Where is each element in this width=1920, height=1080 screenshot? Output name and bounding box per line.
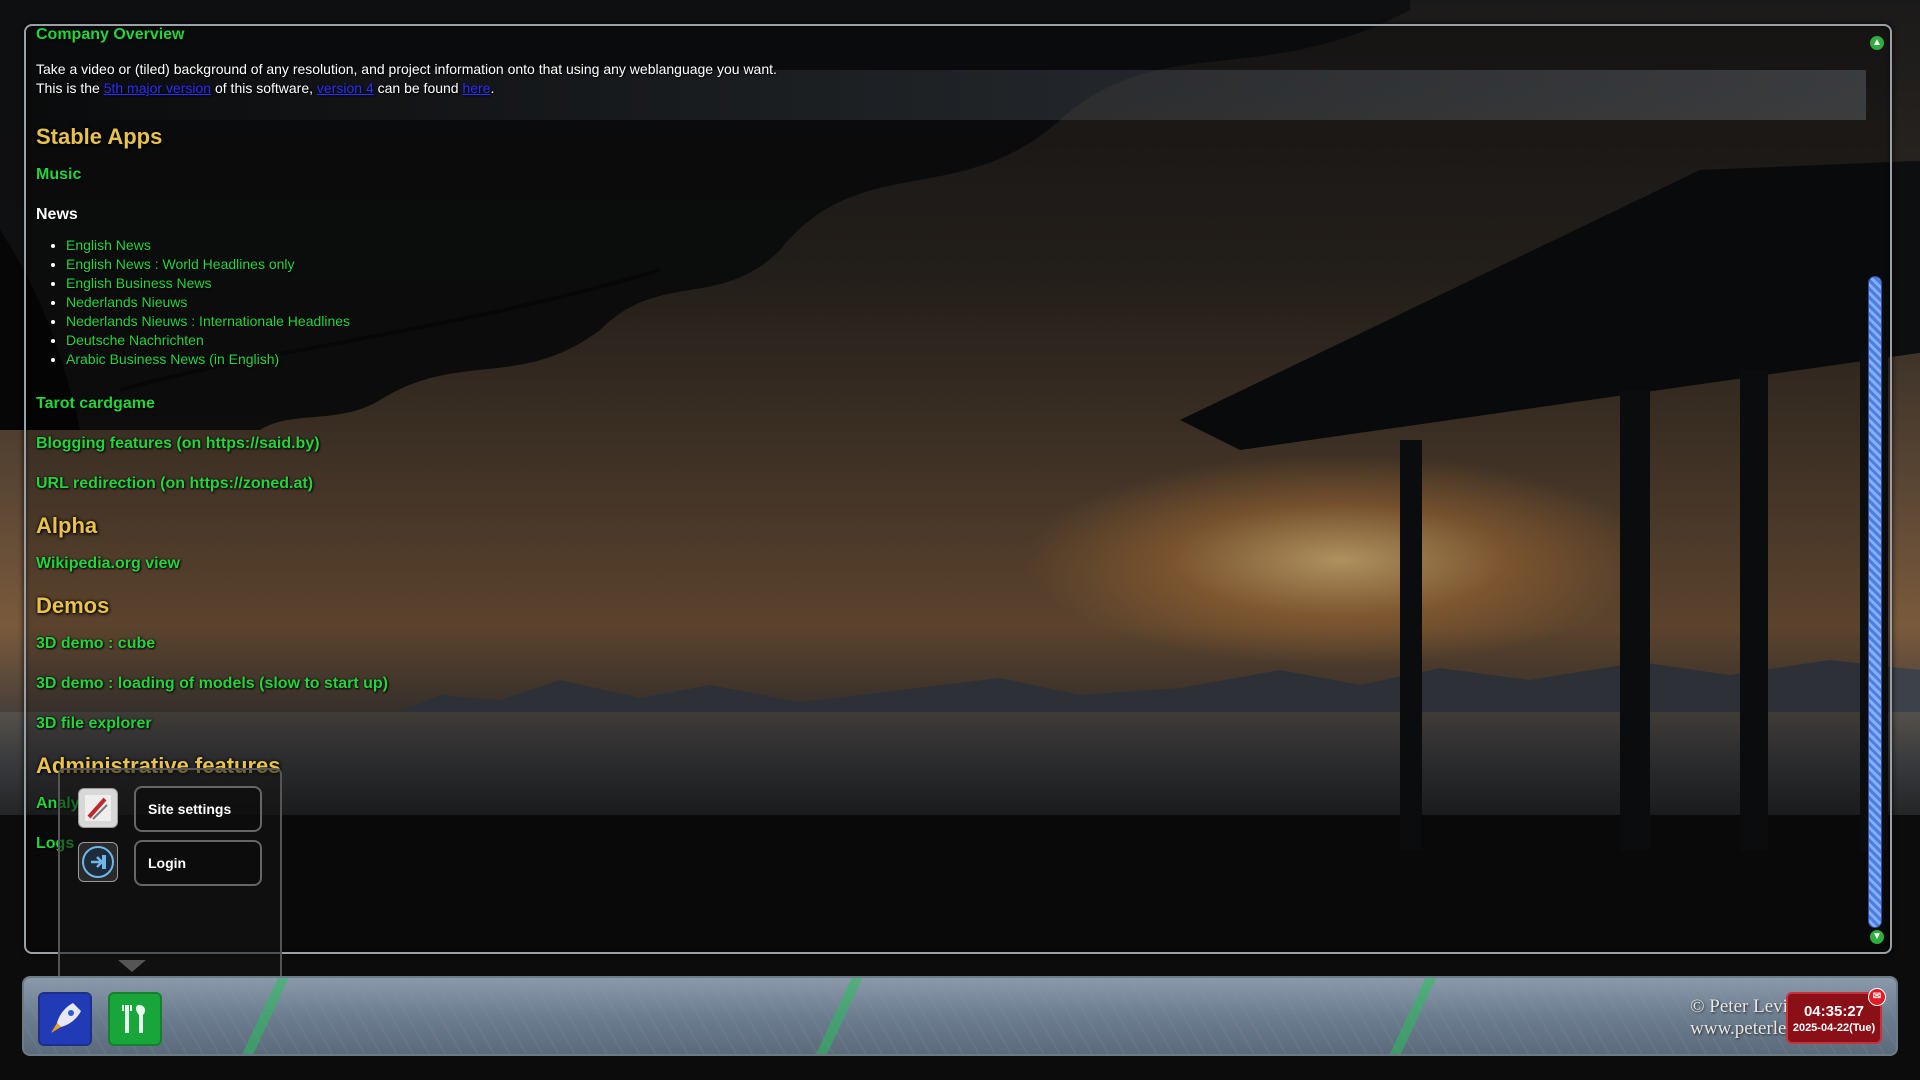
clock-time: 04:35:27 — [1803, 1003, 1865, 1020]
app-link-tarot[interactable]: Tarot cardgame — [36, 395, 1856, 415]
start-menu-popup: Site settings Login — [58, 768, 282, 990]
intro-line-2-a: This is the — [36, 80, 104, 96]
list-item[interactable]: Nederlands Nieuws — [66, 293, 1856, 312]
news-list: English News English News : World Headli… — [66, 236, 1856, 369]
news-link-nederlands-international[interactable]: Nederlands Nieuws : Internationale Headl… — [66, 313, 350, 329]
site-settings-button[interactable]: Site settings — [134, 786, 262, 832]
link-5th-major-version[interactable]: 5th major version — [104, 80, 211, 96]
app-link-wikipedia[interactable]: Wikipedia.org view — [36, 555, 1856, 575]
taskbar: © Peter Levi www.peterlev 04:35:27 2025-… — [22, 976, 1898, 1056]
app-link-3d-file-explorer[interactable]: 3D file explorer — [36, 715, 1856, 735]
main-content-panel: Company Overview Take a video or (tiled)… — [24, 24, 1892, 954]
intro-text: Take a video or (tiled) background of an… — [36, 60, 1856, 98]
popup-pointer — [118, 960, 146, 972]
copyright-line-2: www.peterlev — [1690, 1018, 1796, 1039]
intro-line-1: Take a video or (tiled) background of an… — [36, 61, 777, 77]
list-item[interactable]: Deutsche Nachrichten — [66, 331, 1856, 350]
tools-icon — [122, 1005, 146, 1033]
news-link-english-business[interactable]: English Business News — [66, 275, 212, 291]
list-item[interactable]: Nederlands Nieuws : Internationale Headl… — [66, 312, 1856, 331]
app-link-blogging[interactable]: Blogging features (on https://said.by) — [36, 435, 1856, 455]
app-link-3d-models[interactable]: 3D demo : loading of models (slow to sta… — [36, 675, 1856, 695]
intro-line-2-d: . — [490, 80, 495, 96]
list-item[interactable]: English News — [66, 236, 1856, 255]
news-link-deutsche[interactable]: Deutsche Nachrichten — [66, 332, 204, 348]
tools-button[interactable] — [108, 992, 162, 1046]
app-link-3d-cube[interactable]: 3D demo : cube — [36, 635, 1856, 655]
clock-widget[interactable]: 04:35:27 2025-04-22(Tue) ✉ — [1786, 988, 1886, 1044]
heading-alpha: Alpha — [36, 513, 98, 538]
list-item[interactable]: English News : World Headlines only — [66, 255, 1856, 274]
scroll-down-arrow-icon[interactable]: ▼ — [1870, 930, 1884, 944]
copyright-text: © Peter Levi www.peterlev — [1690, 996, 1796, 1040]
panel-content: Company Overview Take a video or (tiled)… — [36, 26, 1856, 855]
site-settings-icon[interactable] — [78, 788, 118, 828]
intro-line-2: This is the 5th major version of this so… — [36, 79, 1856, 98]
clock-date: 2025-04-22(Tue) — [1792, 1022, 1876, 1034]
news-link-arabic-business[interactable]: Arabic Business News (in English) — [66, 351, 279, 367]
rocket-icon — [51, 1003, 81, 1033]
company-overview-link[interactable]: Company Overview — [36, 26, 1856, 46]
login-button[interactable]: Login — [134, 840, 262, 886]
news-link-english[interactable]: English News — [66, 237, 151, 253]
link-version-4[interactable]: version 4 — [317, 80, 374, 96]
scrollbar-thumb[interactable] — [1868, 276, 1882, 928]
list-item[interactable]: Arabic Business News (in English) — [66, 350, 1856, 369]
link-here[interactable]: here — [462, 80, 490, 96]
app-link-music[interactable]: Music — [36, 166, 1856, 186]
heading-demos: Demos — [36, 593, 110, 618]
news-title[interactable]: News — [36, 206, 1856, 224]
notification-badge-icon[interactable]: ✉ — [1868, 988, 1886, 1006]
copyright-line-1: © Peter Levi — [1690, 996, 1788, 1017]
heading-administrative: Administrative features — [36, 753, 281, 778]
news-link-nederlands[interactable]: Nederlands Nieuws — [66, 294, 187, 310]
intro-line-2-c: can be found — [373, 80, 463, 96]
app-link-analytics[interactable]: Analy — [36, 795, 1856, 815]
heading-stable-apps: Stable Apps — [36, 124, 163, 149]
app-link-logs[interactable]: Logs — [36, 835, 1856, 855]
scroll-up-arrow-icon[interactable]: ▲ — [1870, 36, 1884, 50]
news-link-english-world[interactable]: English News : World Headlines only — [66, 256, 295, 272]
list-item[interactable]: English Business News — [66, 274, 1856, 293]
app-link-url-redirection[interactable]: URL redirection (on https://zoned.at) — [36, 475, 1856, 495]
intro-line-2-b: of this software, — [211, 80, 317, 96]
login-icon[interactable] — [78, 842, 118, 882]
rocket-start-button[interactable] — [38, 992, 92, 1046]
